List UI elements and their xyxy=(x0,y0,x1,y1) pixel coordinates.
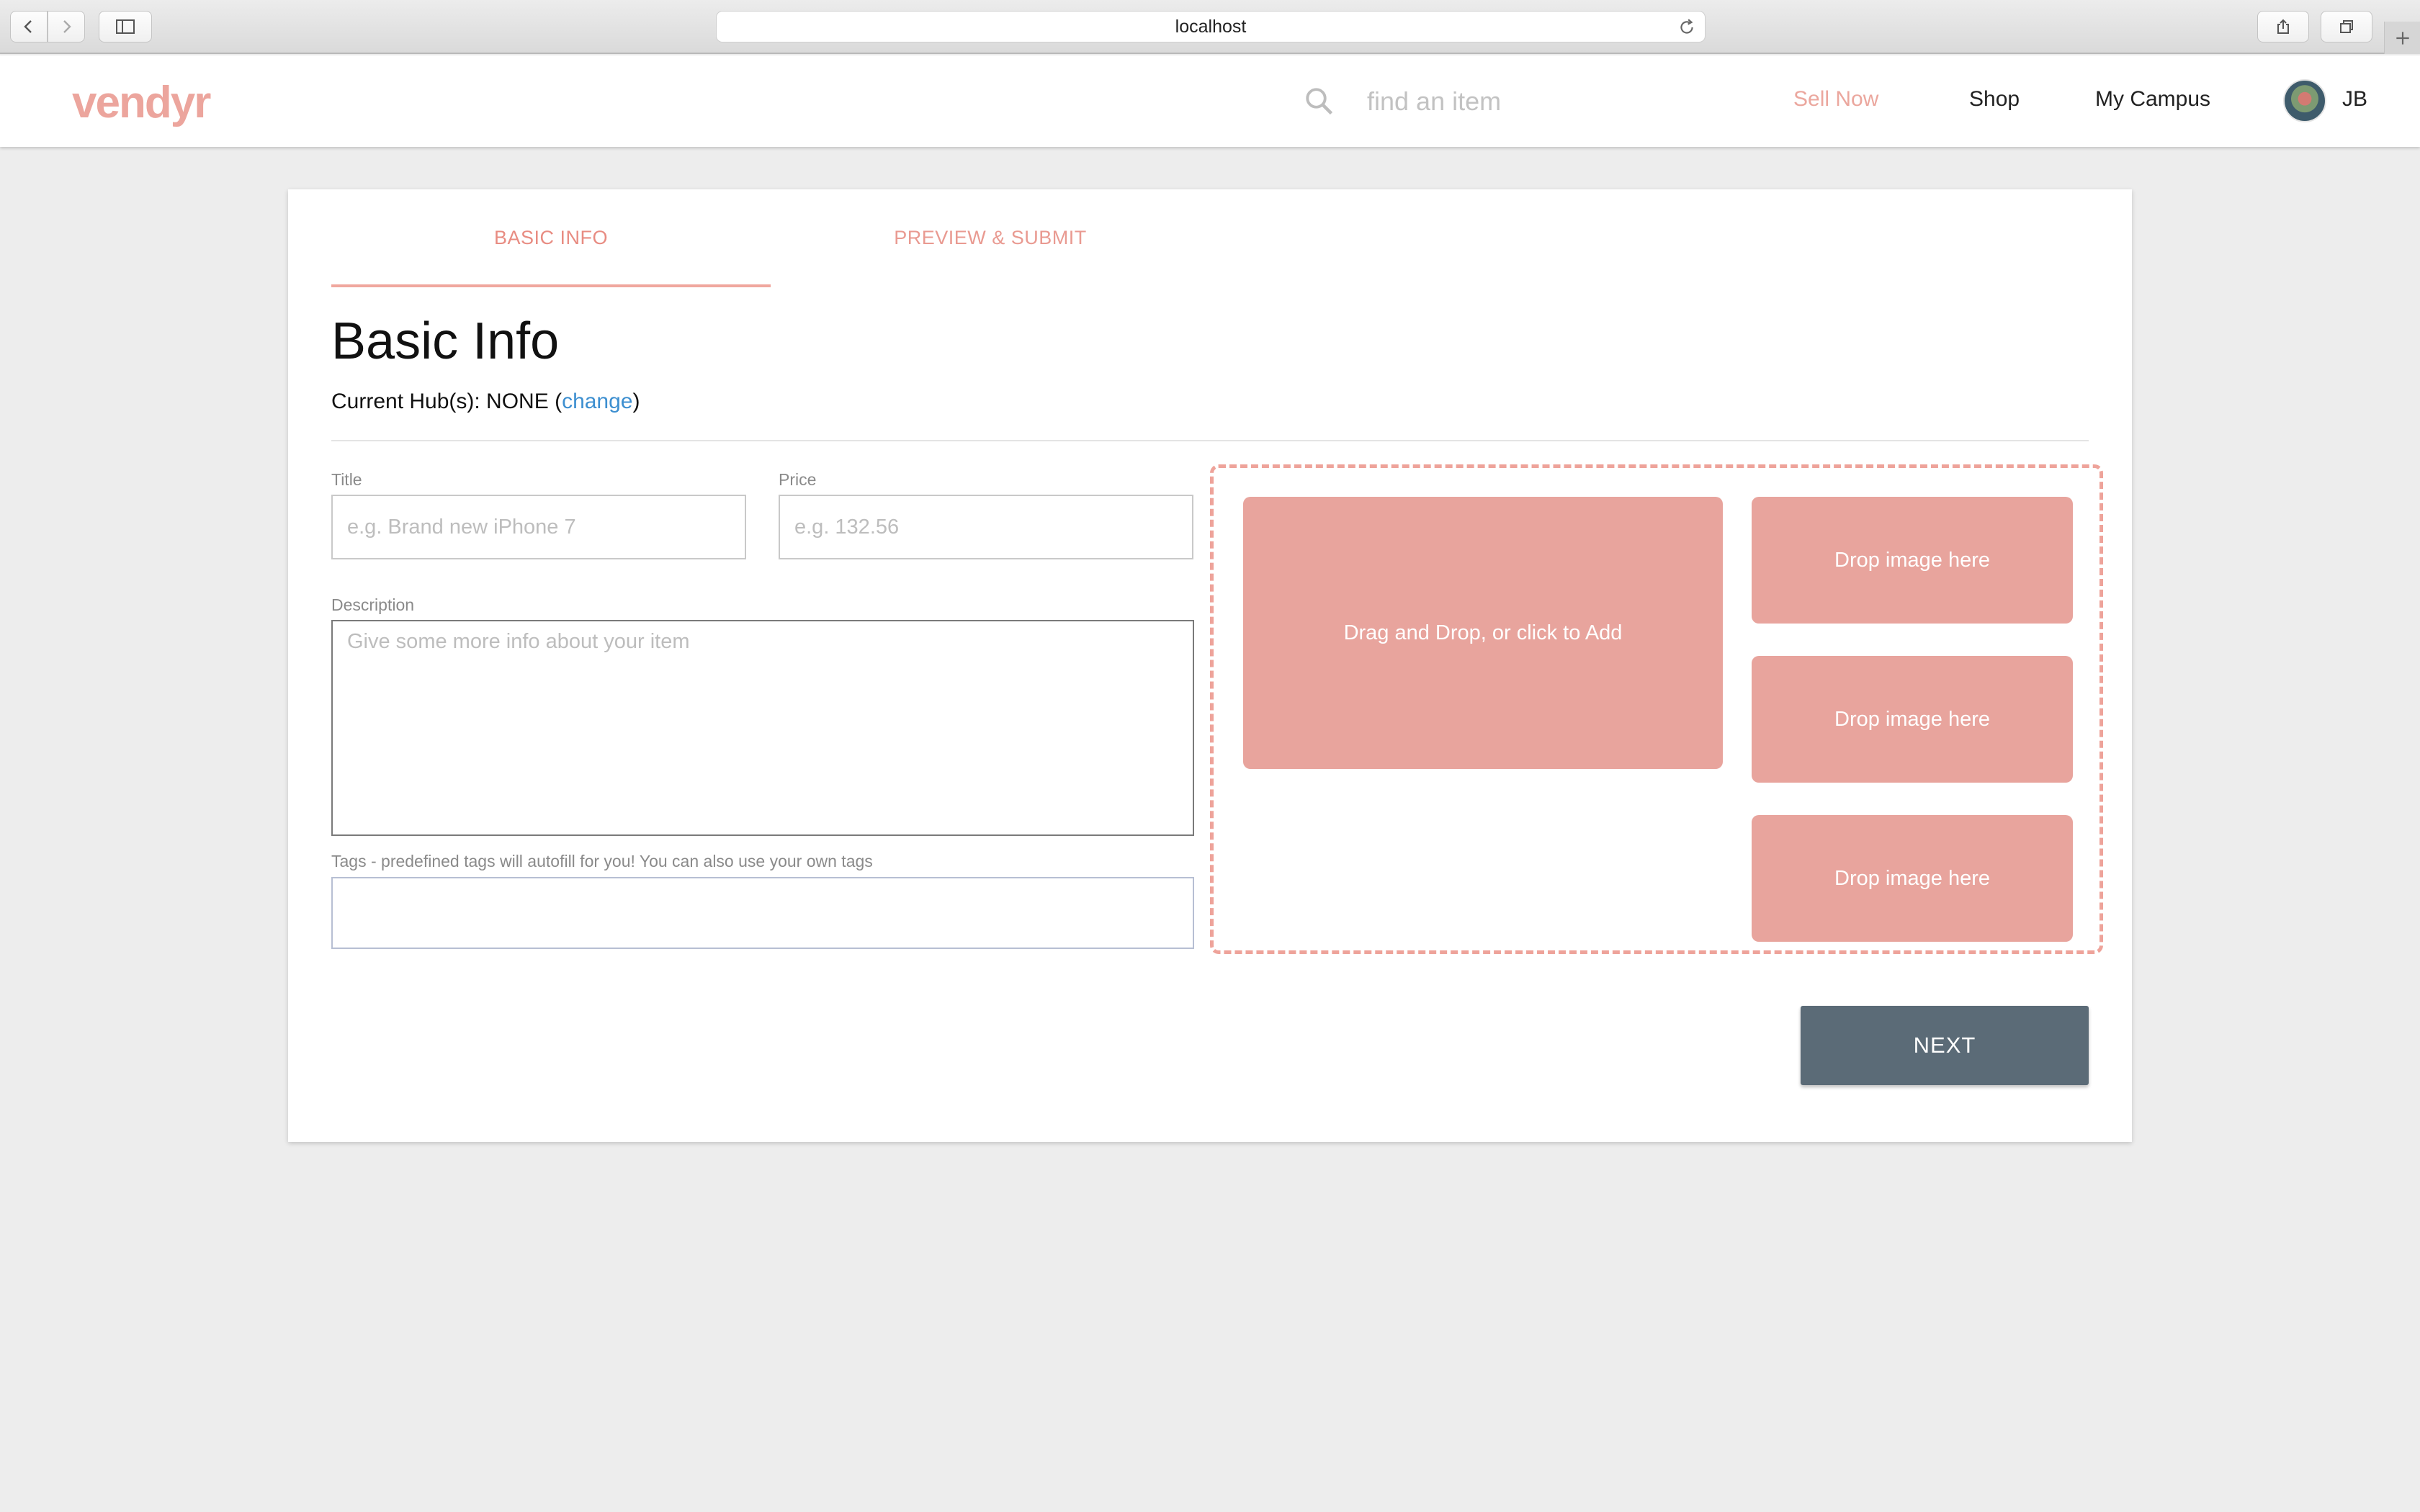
image-slot[interactable]: Drop image here xyxy=(1752,656,2073,783)
active-tab-indicator xyxy=(331,284,771,287)
description-label: Description xyxy=(331,595,415,614)
logo[interactable]: vendyr xyxy=(72,77,211,128)
divider xyxy=(331,440,2089,441)
tags-label: Tags - predefined tags will autofill for… xyxy=(331,852,873,870)
sidebar-toggle-button[interactable] xyxy=(99,11,152,42)
share-button[interactable] xyxy=(2257,11,2309,42)
back-button[interactable] xyxy=(10,11,48,42)
change-hub-link[interactable]: change xyxy=(562,390,632,413)
next-button[interactable]: NEXT xyxy=(1801,1006,2089,1085)
tab-basic-info[interactable]: BASIC INFO xyxy=(331,189,771,287)
image-slot[interactable]: Drop image here xyxy=(1752,815,2073,942)
user-initials[interactable]: JB xyxy=(2342,87,2367,112)
plus-icon xyxy=(2396,31,2409,45)
forward-button[interactable] xyxy=(48,11,85,42)
tab-preview-submit[interactable]: PREVIEW & SUBMIT xyxy=(771,189,1210,287)
tags-input[interactable] xyxy=(331,877,1194,949)
search-input[interactable] xyxy=(1367,80,1655,123)
title-input[interactable] xyxy=(331,495,746,559)
price-label: Price xyxy=(779,470,817,489)
title-label: Title xyxy=(331,470,362,489)
sidebar-icon xyxy=(116,19,135,34)
nav-sell-now[interactable]: Sell Now xyxy=(1793,87,1878,112)
price-input[interactable] xyxy=(779,495,1193,559)
url-text: localhost xyxy=(1175,16,1247,37)
hub-closing-paren: ) xyxy=(632,390,640,413)
reload-icon[interactable] xyxy=(1677,18,1696,37)
image-slot[interactable]: Drop image here xyxy=(1752,497,2073,624)
address-bar[interactable]: localhost xyxy=(716,11,1706,42)
new-tab-button[interactable] xyxy=(2384,22,2420,54)
search-icon xyxy=(1306,88,1333,115)
show-tabs-button[interactable] xyxy=(2321,11,2372,42)
avatar[interactable] xyxy=(2283,79,2326,122)
nav-shop[interactable]: Shop xyxy=(1969,87,2020,112)
tabs-icon xyxy=(2340,20,2353,33)
hub-status-text: Current Hub(s): NONE ( xyxy=(331,390,563,413)
main-image-drop[interactable]: Drag and Drop, or click to Add xyxy=(1243,497,1723,769)
chevron-right-icon xyxy=(63,20,71,33)
app-header: vendyr Sell Now Shop My Campus JB xyxy=(0,55,2420,147)
browser-toolbar: localhost xyxy=(0,0,2420,54)
listing-form-card: BASIC INFO PREVIEW & SUBMIT Basic Info C… xyxy=(288,189,2132,1142)
current-hub-line: Current Hub(s): NONE (change) xyxy=(331,390,640,414)
page-title: Basic Info xyxy=(331,312,560,370)
nav-my-campus[interactable]: My Campus xyxy=(2095,87,2210,112)
chevron-left-icon xyxy=(24,20,32,33)
share-icon xyxy=(2277,19,2289,34)
description-input[interactable] xyxy=(331,620,1194,836)
